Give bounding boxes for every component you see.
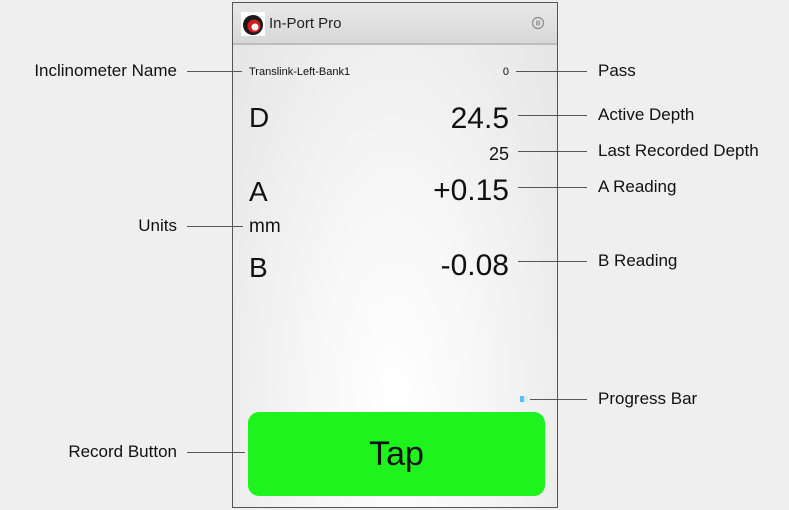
app-title: In-Port Pro <box>269 15 342 32</box>
app-screen: In-Port Pro Translink-Left-Bank1 0 D 24.… <box>232 2 558 508</box>
annotation-line-active-depth <box>518 115 587 116</box>
app-logo-icon <box>241 12 265 36</box>
active-depth-value: 24.5 <box>450 102 509 135</box>
b-reading-value: -0.08 <box>440 249 509 282</box>
depth-letter: D <box>249 102 270 133</box>
b-letter: B <box>249 252 268 283</box>
annotation-units: Units <box>138 216 177 235</box>
annotation-pass: Pass <box>598 61 636 80</box>
annotation-line-progress-bar <box>530 399 587 400</box>
annotation-line-record-button <box>187 452 245 453</box>
annotation-b-reading: B Reading <box>598 251 678 270</box>
overflow-menu-icon[interactable] <box>531 16 545 30</box>
annotation-inclinometer-name: Inclinometer Name <box>34 61 177 80</box>
progress-bar-fill <box>520 396 524 402</box>
a-reading-value: +0.15 <box>433 174 509 207</box>
annotation-line-pass <box>516 71 587 72</box>
progress-bar <box>520 396 528 402</box>
last-recorded-depth-value: 25 <box>488 144 509 164</box>
pass-value: 0 <box>502 66 509 78</box>
record-button[interactable]: Tap <box>248 412 545 496</box>
annotation-progress-bar: Progress Bar <box>598 389 698 408</box>
units-label: mm <box>249 216 281 237</box>
annotation-line-a-reading <box>518 187 587 188</box>
inclinometer-name: Translink-Left-Bank1 <box>249 66 351 78</box>
annotation-line-inclinometer-name <box>187 71 242 72</box>
annotation-record-button: Record Button <box>68 442 177 461</box>
annotation-line-b-reading <box>518 261 587 262</box>
annotation-line-last-recorded-depth <box>518 151 587 152</box>
annotation-active-depth: Active Depth <box>598 105 695 124</box>
annotation-line-units <box>187 226 243 227</box>
a-letter: A <box>249 176 268 207</box>
annotation-a-reading: A Reading <box>598 177 677 196</box>
app-bar: In-Port Pro <box>233 3 557 45</box>
annotation-last-recorded-depth: Last Recorded Depth <box>598 141 759 160</box>
